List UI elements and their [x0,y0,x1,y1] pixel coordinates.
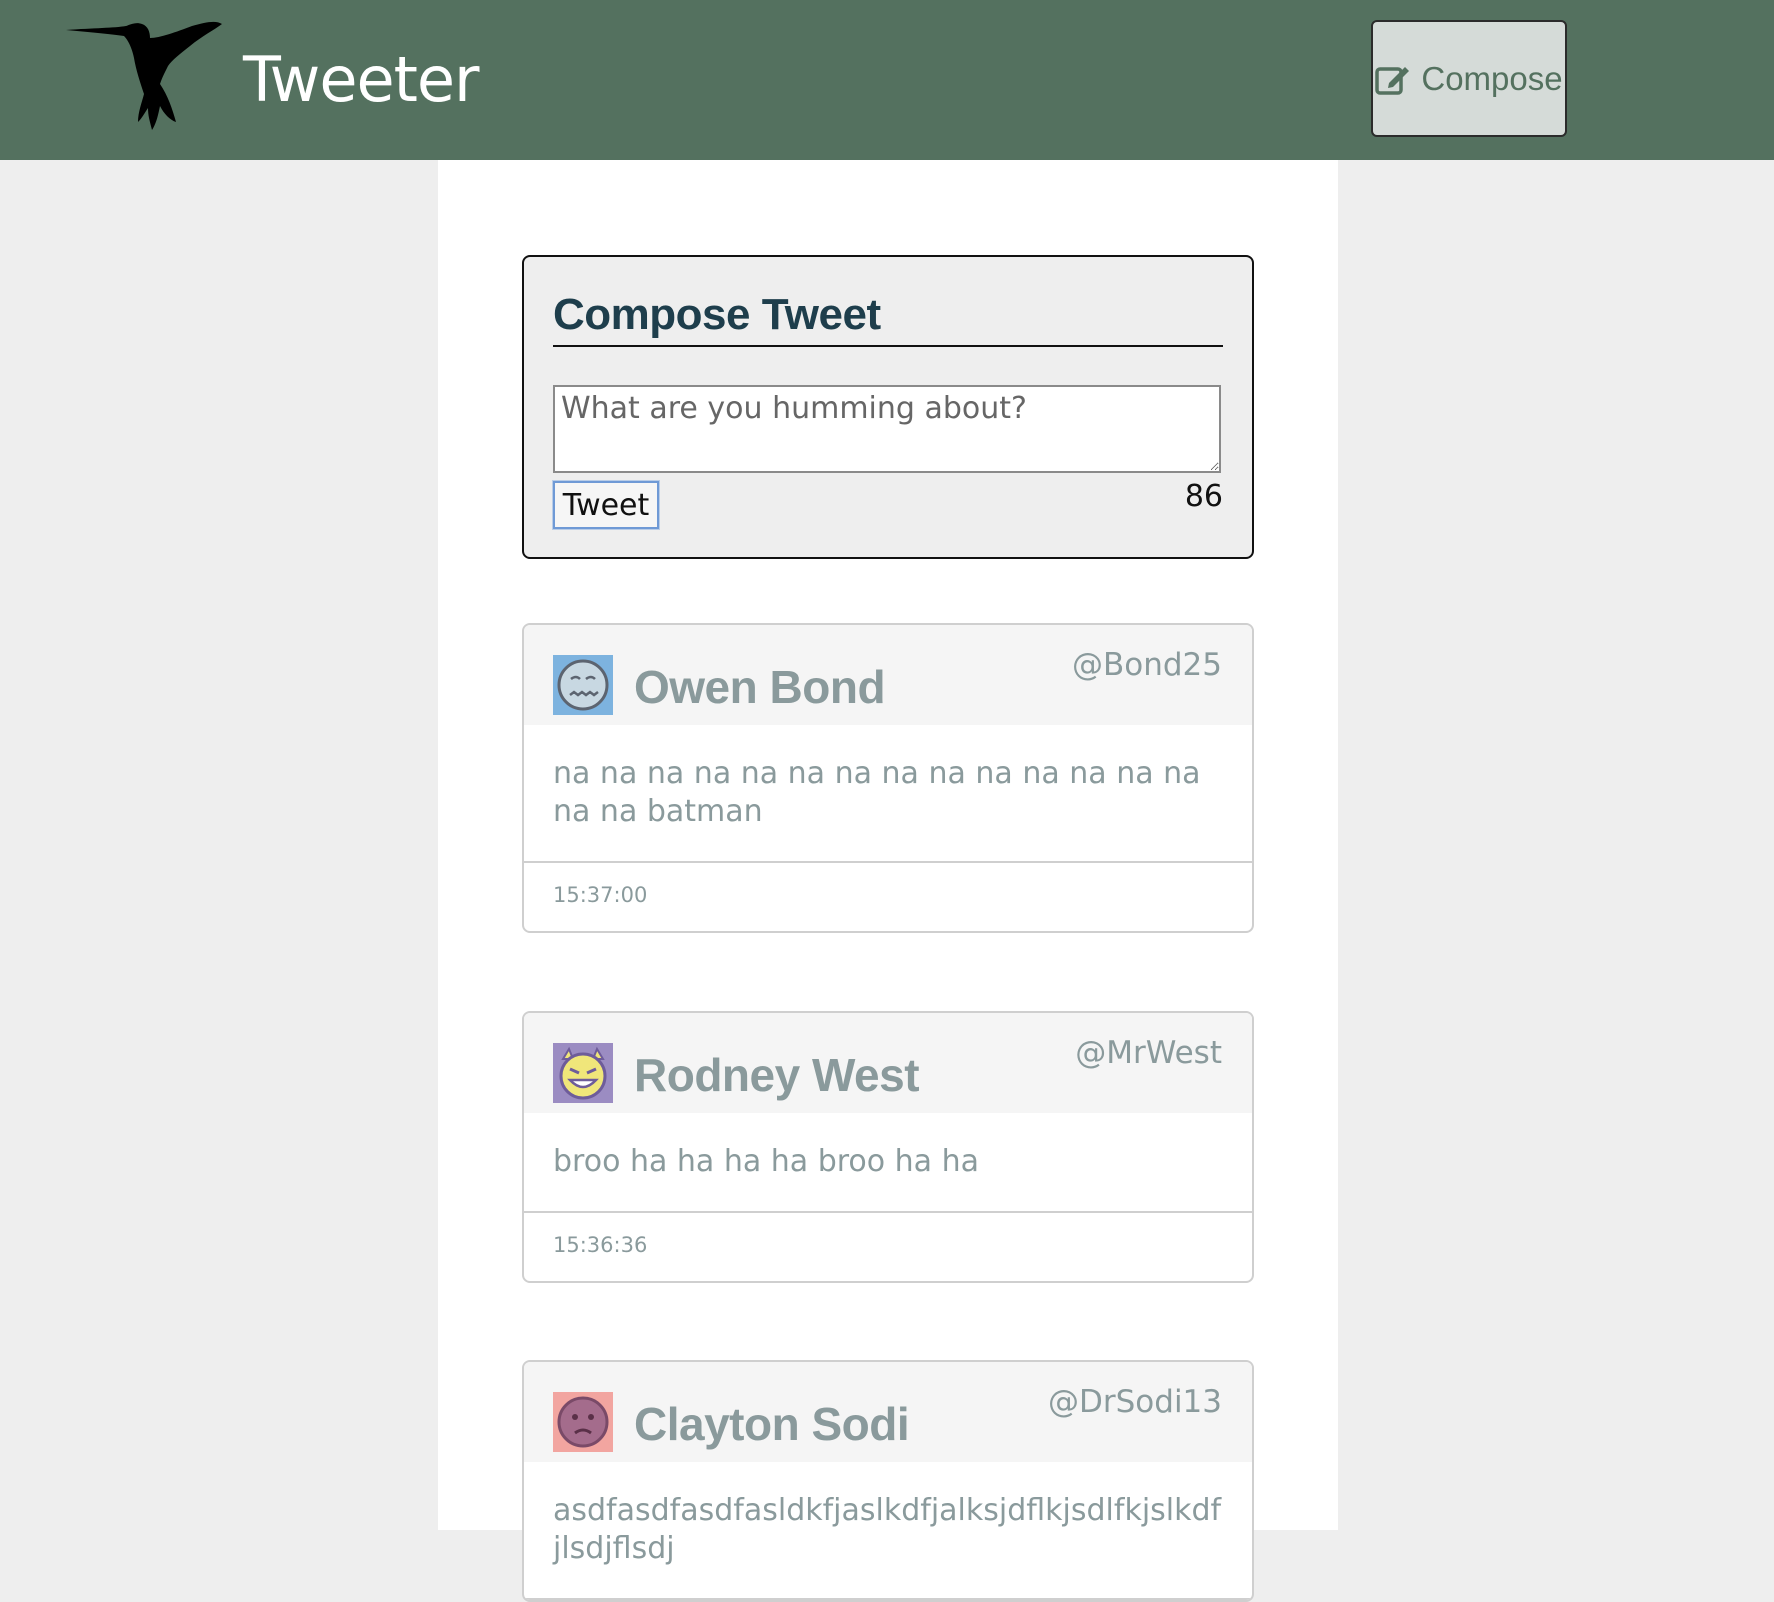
tweet-author-handle: @DrSodi13 [1048,1384,1222,1420]
tweet-author-name: Owen Bond [634,661,886,713]
tweet-text: na na na na na na na na na na na na na n… [524,725,1252,863]
tweet-header: Rodney West @MrWest [524,1013,1252,1113]
tweet-textarea[interactable] [553,385,1221,473]
tweet-timestamp: 15:36:36 [553,1233,648,1257]
tweet-timestamp: 15:37:00 [553,883,648,907]
compose-button[interactable]: Compose [1371,20,1567,137]
compose-button-label: Compose [1421,59,1563,97]
tweet-author-handle: @MrWest [1075,1035,1222,1071]
tweet-text: broo ha ha ha ha broo ha ha [524,1113,1252,1213]
tweet-author-handle: @Bond25 [1071,647,1222,683]
hummingbird-logo-icon [66,21,222,131]
tweet-submit-button[interactable]: Tweet [552,480,660,530]
tweet-author-name: Rodney West [634,1049,920,1101]
tweet-card: Owen Bond @Bond25 na na na na na na na n… [522,623,1254,933]
grimace-face-icon [553,655,613,715]
top-nav: Tweeter Compose [0,0,1774,160]
tweet-card: Clayton Sodi @DrSodi13 asdfasdfasdfasldk… [522,1360,1254,1602]
devil-face-icon [553,1043,613,1103]
character-counter: 86 [1184,479,1223,514]
brand-title: Tweeter [243,43,480,116]
tweet-header: Owen Bond @Bond25 [524,625,1252,725]
tweet-card: Rodney West @MrWest broo ha ha ha ha bro… [522,1011,1254,1283]
sad-face-icon [553,1392,613,1452]
tweet-author-name: Clayton Sodi [634,1398,910,1450]
compose-tweet-panel: Compose Tweet Tweet 86 [522,255,1254,559]
main-container: Compose Tweet Tweet 86 Owen Bond @Bond25… [438,160,1338,1602]
edit-icon [1375,66,1410,95]
compose-tweet-title: Compose Tweet [553,287,1223,347]
tweet-header: Clayton Sodi @DrSodi13 [524,1362,1252,1462]
tweet-text: asdfasdfasdfasldkfjaslkdfjalksjdflkjsdlf… [524,1462,1252,1600]
